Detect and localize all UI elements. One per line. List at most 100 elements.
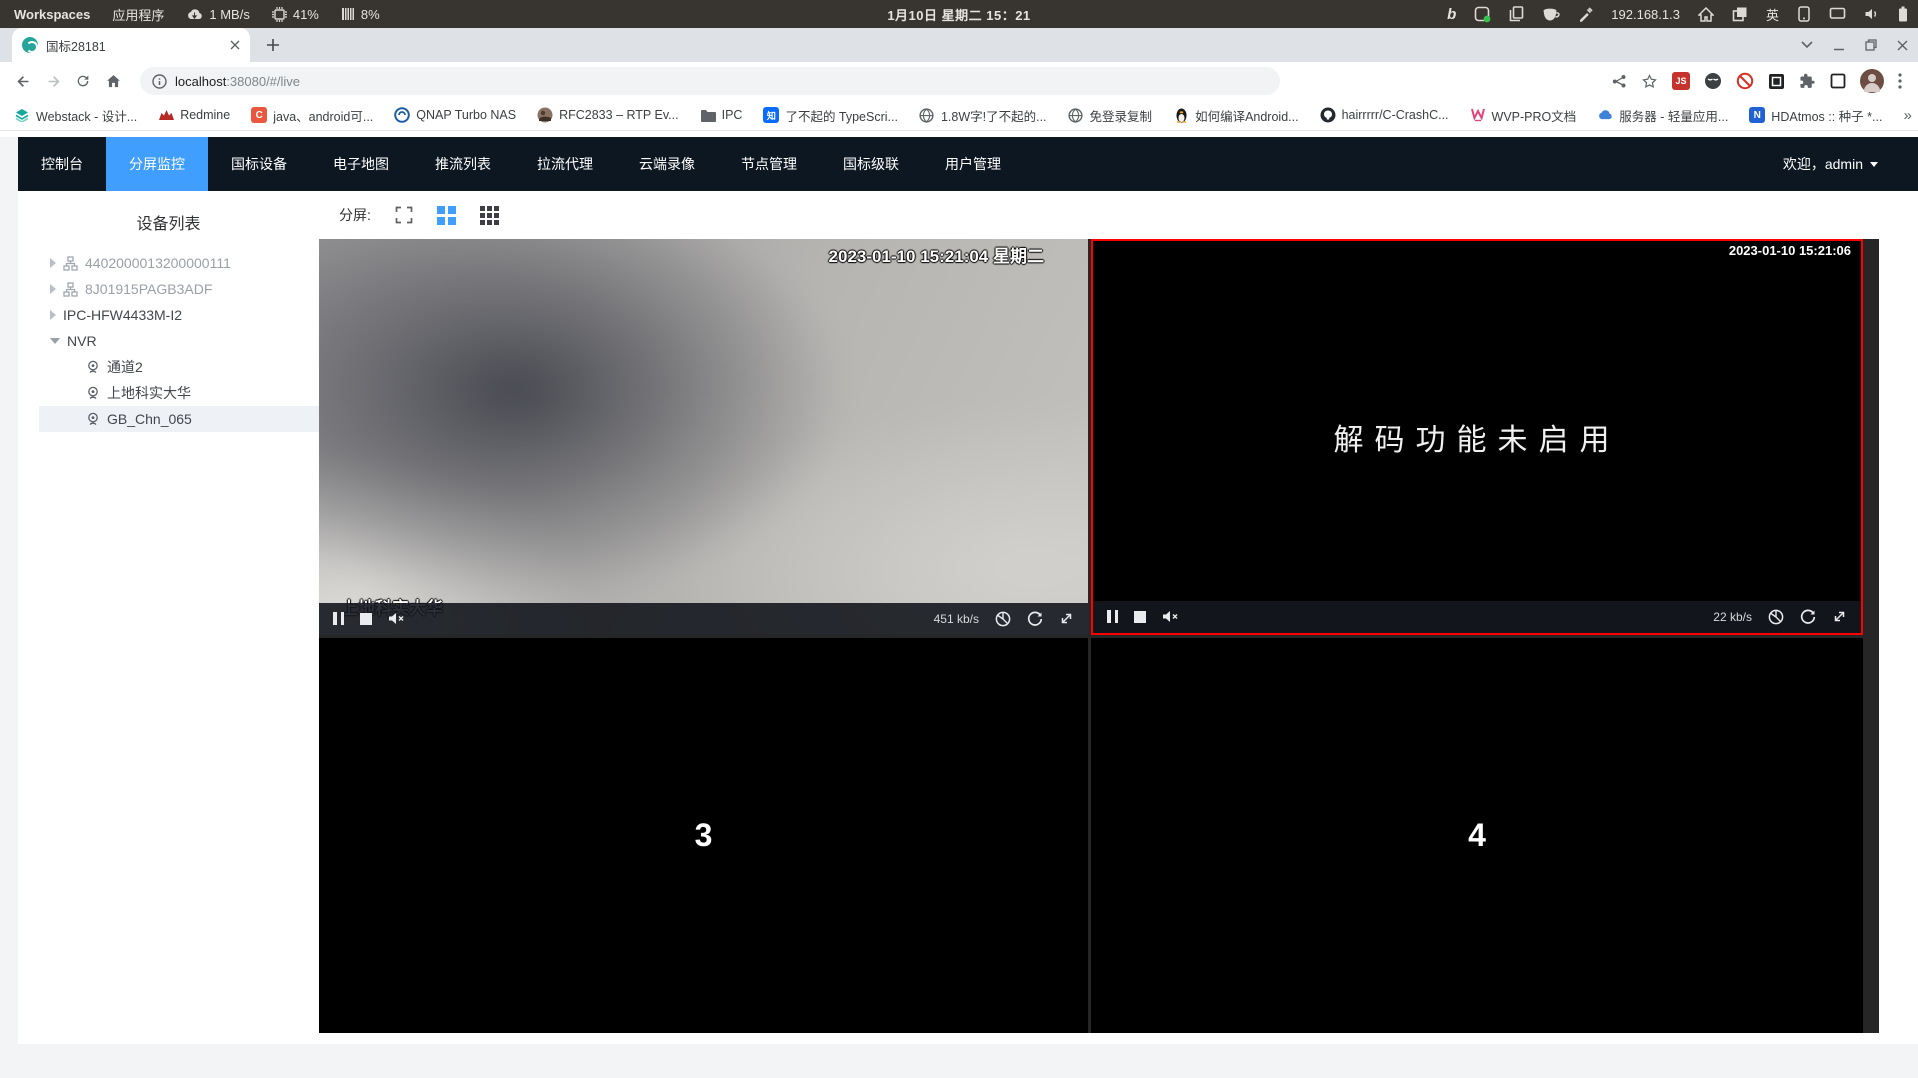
- bookmark-github-crash[interactable]: hairrrrr/C-CrashC...: [1320, 107, 1449, 123]
- nav-item-cloud-record[interactable]: 云端录像: [616, 137, 718, 191]
- video-cell-4[interactable]: 4: [1091, 637, 1863, 1033]
- video-stream-image: [319, 239, 1088, 635]
- ext-darkreader-icon[interactable]: [1768, 73, 1785, 90]
- caret-right-icon[interactable]: [50, 310, 56, 320]
- profile-avatar[interactable]: [1860, 69, 1884, 93]
- nav-item-user-manage[interactable]: 用户管理: [922, 137, 1024, 191]
- nav-item-gb-cascade[interactable]: 国标级联: [820, 137, 922, 191]
- copy-tray-icon[interactable]: [1509, 6, 1524, 22]
- back-icon[interactable]: [10, 68, 36, 94]
- volume-muted-icon[interactable]: [1162, 609, 1179, 624]
- tab-close-icon[interactable]: [230, 40, 240, 50]
- share-icon[interactable]: [1611, 73, 1627, 89]
- video-cell-2[interactable]: 2023-01-10 15:21:06 解码功能未启用 22 kb/s: [1091, 239, 1863, 635]
- volume-muted-icon[interactable]: [388, 611, 405, 626]
- clock[interactable]: 1月10日 星期二 15：21: [887, 5, 1030, 24]
- ip-address[interactable]: 192.168.1.3: [1611, 7, 1680, 22]
- cloud-icon: [1597, 107, 1613, 123]
- battery-tray-icon[interactable]: [1898, 6, 1908, 22]
- applications-menu[interactable]: 应用程序: [112, 5, 164, 24]
- network-speed: 1 MB/s: [186, 7, 250, 22]
- nav-item-node-manage[interactable]: 节点管理: [718, 137, 820, 191]
- home-tray-icon[interactable]: [1697, 6, 1714, 22]
- bookmark-webstack[interactable]: Webstack - 设计...: [14, 106, 137, 125]
- tree-node-shangdi-dahua[interactable]: 上地科实大华: [39, 380, 319, 406]
- phone-link-tray-icon[interactable]: [1797, 6, 1811, 22]
- address-bar[interactable]: localhost:38080/#/live: [140, 67, 1280, 95]
- stop-icon[interactable]: [1134, 610, 1146, 623]
- tab-search-icon[interactable]: [1801, 41, 1813, 49]
- forward-icon[interactable]: [40, 68, 66, 94]
- split-2x2-icon[interactable]: [436, 205, 456, 225]
- screenshot-tray-icon[interactable]: [1474, 6, 1491, 23]
- bookmark-ts-article[interactable]: 1.8W字!了不起的...: [919, 106, 1047, 125]
- bookmark-hdatmos[interactable]: N HDAtmos :: 种子 *...: [1749, 106, 1882, 125]
- performance-icon[interactable]: [1768, 609, 1784, 625]
- bookmark-redmine[interactable]: Redmine: [158, 107, 230, 123]
- bookmark-copy-free[interactable]: 免登录复制: [1068, 106, 1152, 125]
- refresh-icon[interactable]: [1027, 611, 1043, 627]
- workspaces-button[interactable]: Workspaces: [14, 7, 90, 22]
- reload-icon[interactable]: [70, 68, 96, 94]
- stop-icon[interactable]: [360, 612, 372, 625]
- bookmark-lighthouse-server[interactable]: 服务器 - 轻量应用...: [1597, 106, 1728, 125]
- bookmarks-overflow-button[interactable]: »: [1903, 107, 1911, 124]
- nav-item-console[interactable]: 控制台: [18, 137, 106, 191]
- ext-mask-icon[interactable]: [1704, 72, 1722, 90]
- display-tray-icon[interactable]: [1829, 7, 1846, 21]
- nav-item-pull-proxy[interactable]: 拉流代理: [514, 137, 616, 191]
- window-minimize-icon[interactable]: [1833, 39, 1845, 51]
- bookmark-ipc-folder[interactable]: IPC: [700, 107, 742, 123]
- fullscreen-icon[interactable]: [395, 206, 413, 224]
- caret-right-icon[interactable]: [50, 284, 56, 294]
- bookmark-rfc2833[interactable]: RFC2833 – RTP Ev...: [537, 107, 679, 123]
- color-picker-tray-icon[interactable]: [1578, 6, 1593, 22]
- nav-item-split-monitor[interactable]: 分屏监控: [106, 137, 208, 191]
- tab-capture-icon[interactable]: [1830, 73, 1846, 89]
- tab-title: 国标28181: [46, 39, 106, 54]
- refresh-icon[interactable]: [1800, 609, 1816, 625]
- bing-tray-icon[interactable]: b: [1447, 6, 1456, 23]
- input-language-indicator[interactable]: 英: [1766, 5, 1779, 24]
- tree-node-channel2[interactable]: 通道2: [39, 354, 319, 380]
- tree-node-platform-8j[interactable]: 8J01915PAGB3ADF: [39, 276, 319, 302]
- bookmark-wvp-docs[interactable]: WVP-PRO文档: [1470, 106, 1576, 125]
- video-cell-3[interactable]: 3: [319, 637, 1088, 1033]
- user-menu[interactable]: 欢迎，admin: [1783, 154, 1878, 174]
- bookmark-java-android[interactable]: Cjava、android可...: [251, 106, 373, 125]
- split-3x3-icon[interactable]: [479, 205, 499, 225]
- new-tab-button[interactable]: [260, 32, 286, 58]
- volume-tray-icon[interactable]: [1864, 7, 1880, 21]
- nav-item-map[interactable]: 电子地图: [310, 137, 412, 191]
- tree-node-gb-chn-065[interactable]: GB_Chn_065: [39, 406, 319, 432]
- pause-icon[interactable]: [333, 612, 344, 625]
- ext-js-icon[interactable]: JS: [1672, 72, 1690, 90]
- bookmark-qnap[interactable]: QNAP Turbo NAS: [394, 107, 516, 123]
- bookmark-android-build[interactable]: 如何编译Android...: [1173, 106, 1299, 125]
- tab-gb28181[interactable]: 国标28181: [12, 28, 250, 62]
- expand-icon[interactable]: [1059, 611, 1074, 626]
- tree-node-platform-4402[interactable]: 4402000013200000111: [39, 250, 319, 276]
- bookmark-star-icon[interactable]: [1641, 73, 1658, 90]
- ext-blocker-icon[interactable]: [1736, 72, 1754, 90]
- performance-icon[interactable]: [995, 611, 1011, 627]
- bookmark-typescript[interactable]: 知了不起的 TypeScri...: [763, 106, 898, 125]
- video-cell-1[interactable]: 2023-01-10 15:21:04 星期二 上地科实大华 451 kb/s: [319, 239, 1088, 635]
- home-icon[interactable]: [100, 68, 126, 94]
- nav-item-push-list[interactable]: 推流列表: [412, 137, 514, 191]
- tree-node-nvr[interactable]: NVR: [39, 328, 319, 354]
- pause-icon[interactable]: [1107, 610, 1118, 623]
- tree-node-ipc[interactable]: IPC-HFW4433M-I2: [39, 302, 319, 328]
- nav-item-gb-devices[interactable]: 国标设备: [208, 137, 310, 191]
- extensions-puzzle-icon[interactable]: [1799, 73, 1816, 90]
- clipboard-tray-icon[interactable]: [1732, 6, 1748, 22]
- caret-down-icon[interactable]: [50, 338, 60, 344]
- penguin-icon: [1173, 107, 1189, 123]
- expand-icon[interactable]: [1832, 609, 1847, 624]
- coffee-tray-icon[interactable]: [1542, 7, 1560, 22]
- caret-right-icon[interactable]: [50, 258, 56, 268]
- site-info-icon[interactable]: [152, 73, 167, 89]
- window-close-icon[interactable]: [1897, 40, 1908, 51]
- window-restore-icon[interactable]: [1865, 39, 1877, 51]
- browser-menu-icon[interactable]: [1898, 73, 1902, 89]
